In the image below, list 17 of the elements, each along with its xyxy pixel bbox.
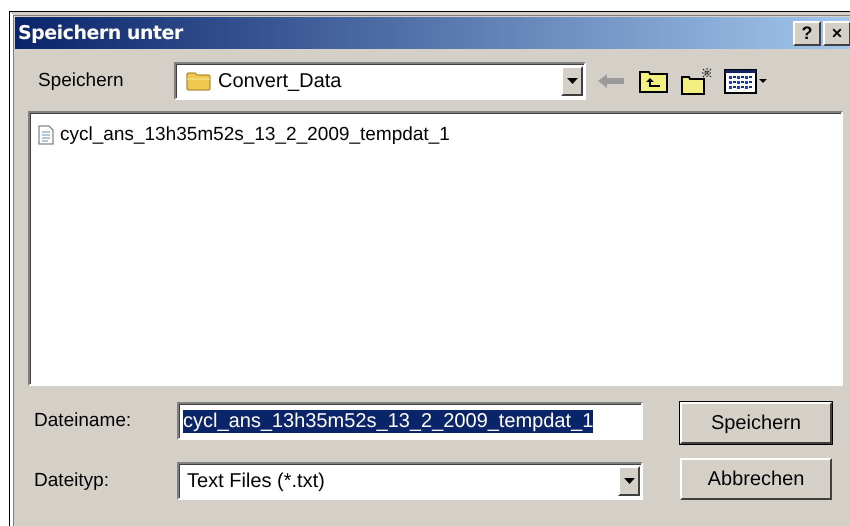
window-title: Speichern unter [18, 22, 183, 44]
folder-dropdown[interactable]: Convert_Data [174, 62, 586, 100]
view-menu-icon[interactable] [724, 68, 768, 94]
filetype-label: Dateityp: [33, 470, 110, 492]
text-file-icon [38, 125, 54, 145]
file-item[interactable]: cycl_ans_13h35m52s_13_2_2009_tempdat_1 [36, 123, 452, 147]
cancel-button[interactable]: Abbrechen [680, 458, 832, 500]
new-folder-icon[interactable] [680, 67, 714, 95]
folder-up-icon[interactable] [638, 68, 670, 94]
save-in-label: Speichern [37, 70, 125, 92]
folder-icon [186, 71, 212, 91]
help-button[interactable]: ? [793, 20, 821, 46]
filetype-dropdown[interactable]: Text Files (*.txt) [177, 462, 643, 500]
filename-field[interactable]: cycl_ans_13h35m52s_13_2_2009_tempdat_1 [177, 402, 643, 440]
filename-label: Dateiname: [33, 410, 132, 432]
close-button[interactable]: × [823, 20, 850, 46]
save-button[interactable]: Speichern [680, 402, 832, 444]
